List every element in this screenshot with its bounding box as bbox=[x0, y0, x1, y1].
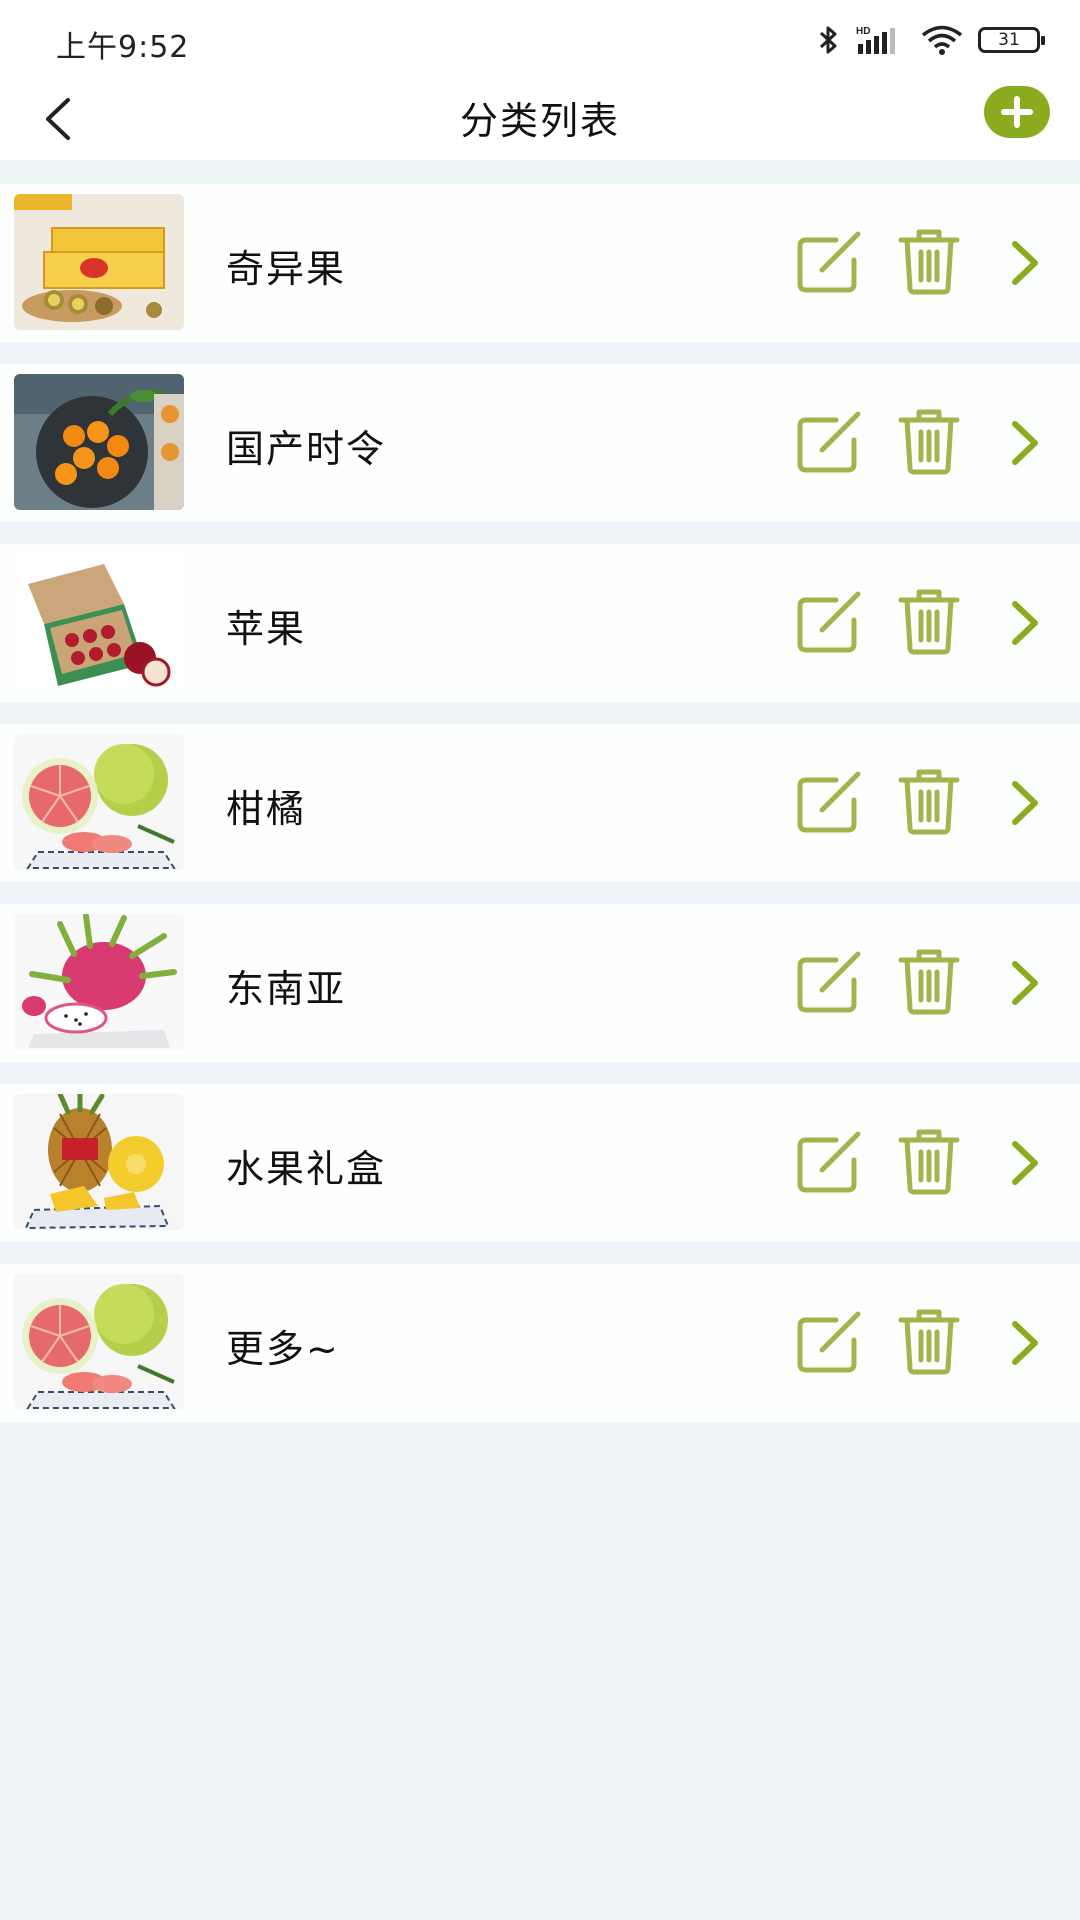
edit-button[interactable] bbox=[796, 1130, 866, 1194]
edit-icon bbox=[797, 1131, 861, 1193]
open-button[interactable] bbox=[1005, 956, 1045, 1010]
edit-icon bbox=[797, 1311, 861, 1373]
delete-button[interactable] bbox=[897, 1126, 961, 1196]
trash-icon bbox=[898, 1309, 960, 1375]
edit-icon bbox=[797, 231, 861, 293]
chevron-right-icon bbox=[1012, 601, 1038, 645]
list-item[interactable]: 柑橘 bbox=[0, 724, 1080, 882]
open-button[interactable] bbox=[1005, 1136, 1045, 1190]
open-button[interactable] bbox=[1005, 1316, 1045, 1370]
tangerine-bowl-image bbox=[14, 374, 184, 510]
trash-icon bbox=[898, 229, 960, 295]
delete-button[interactable] bbox=[897, 406, 961, 476]
header-divider bbox=[0, 160, 1080, 184]
plus-icon bbox=[1001, 96, 1033, 128]
list-item[interactable]: 国产时令 bbox=[0, 364, 1080, 522]
pineapple-image bbox=[14, 1094, 184, 1230]
delete-button[interactable] bbox=[897, 766, 961, 836]
edit-button[interactable] bbox=[796, 950, 866, 1014]
status-bar: 上午9:52 HD 31 bbox=[0, 0, 1080, 78]
apple-box-image bbox=[14, 554, 184, 690]
nav-header: 分类列表 bbox=[0, 78, 1080, 160]
list-item[interactable]: 东南亚 bbox=[0, 904, 1080, 1062]
status-icons: HD 31 bbox=[816, 20, 1045, 60]
trash-icon bbox=[898, 589, 960, 655]
battery-level: 31 bbox=[998, 30, 1020, 50]
chevron-right-icon bbox=[1012, 241, 1038, 285]
edit-button[interactable] bbox=[796, 230, 866, 294]
edit-button[interactable] bbox=[796, 1310, 866, 1374]
edit-button[interactable] bbox=[796, 590, 866, 654]
item-label: 东南亚 bbox=[226, 967, 347, 1011]
delete-button[interactable] bbox=[897, 946, 961, 1016]
wifi-icon bbox=[921, 25, 963, 55]
trash-icon bbox=[898, 949, 960, 1015]
open-button[interactable] bbox=[1005, 236, 1045, 290]
trash-icon bbox=[898, 409, 960, 475]
open-button[interactable] bbox=[1005, 416, 1045, 470]
battery-icon: 31 bbox=[978, 27, 1045, 53]
dragonfruit-image bbox=[14, 914, 184, 1050]
bluetooth-icon bbox=[819, 26, 837, 54]
item-label: 苹果 bbox=[226, 607, 307, 651]
open-button[interactable] bbox=[1005, 776, 1045, 830]
chevron-right-icon bbox=[1012, 1321, 1038, 1365]
item-label: 水果礼盒 bbox=[226, 1147, 387, 1191]
list-item[interactable]: 奇异果 bbox=[0, 184, 1080, 342]
add-category-button[interactable] bbox=[984, 86, 1050, 138]
item-label: 柑橘 bbox=[226, 787, 307, 831]
category-list: 奇异果 国产时令 苹果 柑橘 东南亚 水果礼盒 更多~ bbox=[0, 184, 1080, 1444]
item-label: 更多~ bbox=[226, 1327, 340, 1371]
pomelo-image bbox=[14, 734, 184, 870]
svg-text:HD: HD bbox=[856, 26, 870, 37]
delete-button[interactable] bbox=[897, 226, 961, 296]
page-title: 分类列表 bbox=[459, 99, 620, 143]
chevron-right-icon bbox=[1012, 421, 1038, 465]
list-item[interactable]: 苹果 bbox=[0, 544, 1080, 702]
edit-button[interactable] bbox=[796, 410, 866, 474]
trash-icon bbox=[898, 1129, 960, 1195]
edit-icon bbox=[797, 591, 861, 653]
screen: 上午9:52 HD 31 分类列表 奇异果 国产时令 苹果 柑橘 东南亚 水果礼… bbox=[0, 0, 1080, 1920]
delete-button[interactable] bbox=[897, 1306, 961, 1376]
edit-button[interactable] bbox=[796, 770, 866, 834]
edit-icon bbox=[797, 411, 861, 473]
kiwi-box-image bbox=[14, 194, 184, 330]
chevron-right-icon bbox=[1012, 1141, 1038, 1185]
list-item[interactable]: 水果礼盒 bbox=[0, 1084, 1080, 1242]
item-label: 奇异果 bbox=[226, 247, 347, 291]
edit-icon bbox=[797, 951, 861, 1013]
chevron-right-icon bbox=[1012, 961, 1038, 1005]
delete-button[interactable] bbox=[897, 586, 961, 656]
hd-signal-icon: HD bbox=[856, 26, 895, 54]
status-time: 上午9:52 bbox=[56, 30, 190, 65]
pomelo-image bbox=[14, 1274, 184, 1410]
item-label: 国产时令 bbox=[226, 427, 387, 471]
edit-icon bbox=[797, 771, 861, 833]
trash-icon bbox=[898, 769, 960, 835]
chevron-right-icon bbox=[1012, 781, 1038, 825]
list-item[interactable]: 更多~ bbox=[0, 1264, 1080, 1422]
open-button[interactable] bbox=[1005, 596, 1045, 650]
